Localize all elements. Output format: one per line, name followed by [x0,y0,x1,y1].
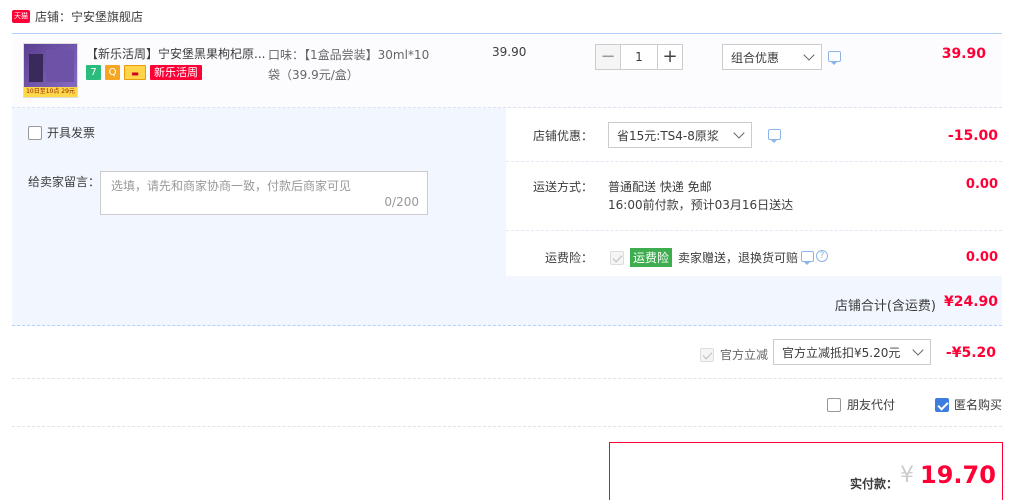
invoice-label: 开具发票 [47,126,96,140]
qty-minus-button[interactable]: − [595,44,621,70]
shipping-label: 运送方式： [533,180,594,194]
message-char-count: 0/200 [384,195,419,209]
insurance-badge: 运费险 [630,248,673,267]
cart-item-row: 10日至10点 29元 【新乐活周】宁安堡黑果枸杞原... 7 Q ▬ 新乐活周… [12,33,1002,108]
store-discount-label: 店铺优惠： [533,129,594,143]
row-total: 39.90 [941,46,986,62]
divider [12,426,1002,427]
sku-line: 口味：【1盒品尝装】30ml*10 [268,48,430,62]
qty-input[interactable]: 1 [621,44,657,70]
shipping-method: 普通配送 快递 免邮 [608,180,712,194]
chat-icon[interactable] [828,51,841,65]
qty-plus-button[interactable]: + [657,44,683,70]
official-discount-label: 官方立减 [720,348,769,362]
store-subtotal-amount: ¥24.90 [943,294,998,310]
unit-price: 39.90 [492,45,527,59]
chevron-down-icon [912,344,924,356]
insurance-checkbox [610,250,624,265]
official-discount-checkbox [700,347,714,362]
shipping-eta: 16:00前付款，预计03月16日送达 [608,198,794,212]
chat-icon[interactable] [801,251,814,265]
shipping-fee: 0.00 [965,177,998,192]
seven-day-return-icon[interactable]: 7 [86,65,101,80]
store-discount-value: 省15元:TS4-8原浆 [617,128,719,143]
divider [12,378,1002,379]
friend-pay-option[interactable]: 朋友代付 [827,396,895,413]
insurance-label: 运费险： [545,251,594,265]
product-title[interactable]: 【新乐活周】宁安堡黑果枸杞原... [86,45,266,62]
shop-name[interactable]: 店铺：宁安堡旗舰店 [35,8,143,25]
divider [506,161,1002,162]
shipping-info: 普通配送 快递 免邮 16:00前付款，预计03月16日送达 [608,178,793,214]
divider [506,230,1002,231]
tmall-icon: 天猫 [12,9,30,23]
anonymous-checkbox[interactable] [935,397,949,412]
thumb-shape [46,50,74,82]
invoice-option[interactable]: 开具发票 [28,124,95,141]
message-placeholder: 选填，请先和商家协商一致，付款后商家可见 [111,179,352,193]
official-discount-select[interactable]: 官方立减抵扣¥5.20元 [773,339,931,365]
combo-discount-select[interactable]: 组合优惠 [722,44,822,70]
thumb-strip-text: 10日至10点 29元 [24,87,77,97]
seller-message-input[interactable]: 选填，请先和商家协商一致，付款后商家可见 0/200 [100,171,428,215]
chevron-down-icon [803,49,815,61]
anonymous-label: 匿名购买 [954,398,1003,412]
anonymous-option[interactable]: 匿名购买 [935,396,1002,413]
invoice-checkbox[interactable] [28,125,42,140]
store-discount-amount: -15.00 [947,128,998,144]
currency-symbol: ¥ [900,463,914,488]
friend-pay-label: 朋友代付 [847,398,896,412]
store-discount-select[interactable]: 省15元:TS4-8原浆 [608,122,752,148]
official-discount-value: 官方立减抵扣¥5.20元 [782,345,901,360]
payment-summary-box: 实付款： ¥ 19.70 [609,442,1003,500]
friend-pay-checkbox[interactable] [827,397,841,412]
product-thumbnail[interactable]: 10日至10点 29元 [23,43,78,98]
order-detail-block: 开具发票 给卖家留言： 选填，请先和商家协商一致，付款后商家可见 0/200 店… [12,108,1002,326]
official-discount-option: 官方立减 [700,346,768,363]
credit-card-icon[interactable]: ▬ [124,65,146,80]
help-icon[interactable]: ? [816,250,828,262]
shop-header: 天猫 店铺：宁安堡旗舰店 [12,6,143,26]
quantity-stepper: − 1 + [595,44,683,70]
sku-line: 袋（39.9元/盒） [268,68,359,82]
official-discount-amount: -¥5.20 [945,345,996,361]
insurance-option: 运费险 卖家赠送，退换货可赔 [610,248,798,267]
insurance-text: 卖家赠送，退换货可赔 [678,251,799,265]
pay-amount: 19.70 [920,461,996,489]
message-label: 给卖家留言： [28,175,101,189]
thumb-shape [29,54,43,82]
pay-label: 实付款： [850,477,899,491]
product-tags: 7 Q ▬ 新乐活周 [86,65,202,80]
store-subtotal-label: 店铺合计(含运费) [834,299,936,314]
quality-icon[interactable]: Q [105,65,120,80]
product-sku: 口味：【1盒品尝装】30ml*10 袋（39.9元/盒） [268,45,458,85]
insurance-fee: 0.00 [965,250,998,265]
chevron-down-icon [733,127,745,139]
promo-badge: 新乐活周 [150,65,202,80]
combo-discount-value: 组合优惠 [731,50,780,65]
chat-icon[interactable] [768,129,781,143]
